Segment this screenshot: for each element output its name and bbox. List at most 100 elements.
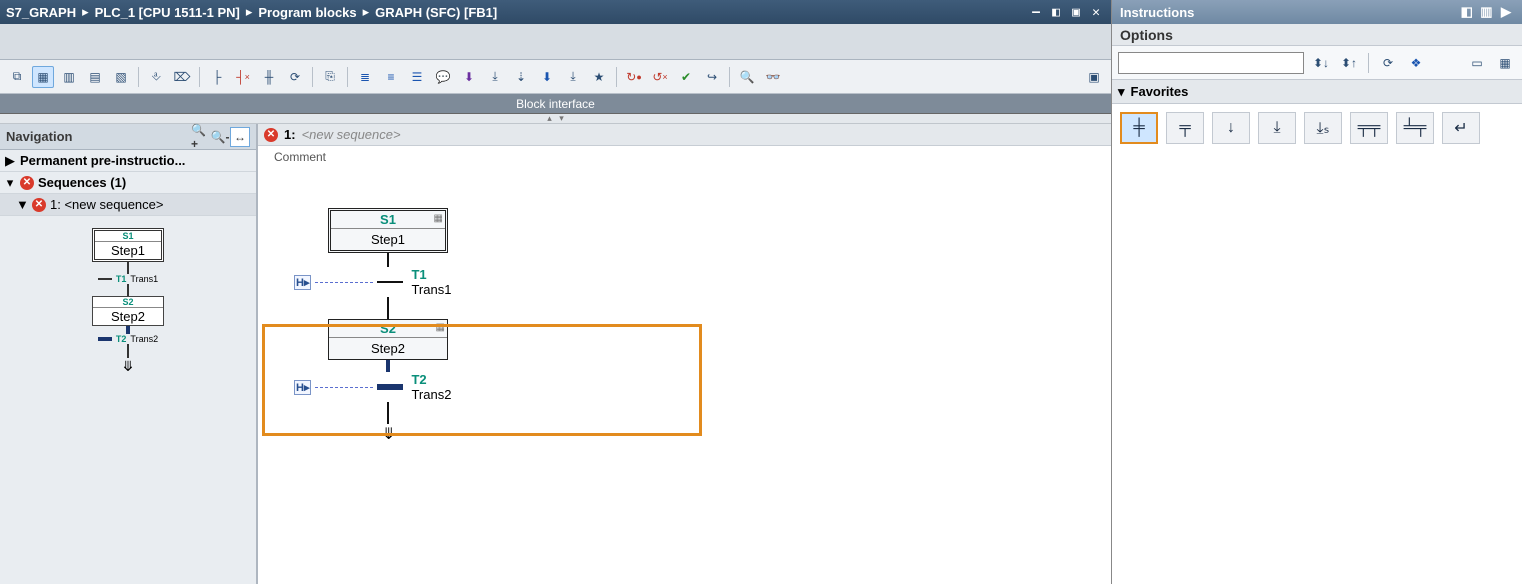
editor-panel: S7_GRAPH ▸ PLC_1 [CPU 1511-1 PN] ▸ Progr… (0, 0, 1112, 584)
transition-name[interactable]: Trans1 (411, 282, 451, 297)
breadcrumb-part[interactable]: PLC_1 [CPU 1511-1 PN] (95, 5, 240, 20)
navigation-header: Navigation 🔍+ 🔍- ↔ (0, 124, 256, 150)
insert-step-icon[interactable]: ⎀ (145, 66, 167, 88)
instructions-title-bar: Instructions ◧ ▥ ▶ (1112, 0, 1522, 24)
transition-t2[interactable]: H▸ T2 Trans2 (294, 372, 1111, 402)
view-overview-icon[interactable]: ⧉ (6, 66, 28, 88)
refresh-icon[interactable]: ⟳ (1377, 52, 1399, 74)
sequence-name-placeholder[interactable]: <new sequence> (302, 127, 401, 142)
chevron-down-icon: ▾ (4, 175, 16, 191)
view-actions-icon[interactable]: ▤ (84, 66, 106, 88)
mini-step-s2[interactable]: S2 Step2 (92, 296, 164, 326)
transition-id: T2 (411, 372, 451, 387)
download-2-icon[interactable]: ⤓ (484, 66, 506, 88)
expand-panel-icon[interactable]: ▣ (1083, 66, 1105, 88)
favorites-header[interactable]: ▾ Favorites (1112, 80, 1522, 104)
download-4-icon[interactable]: ⬇ (536, 66, 558, 88)
fit-width-icon[interactable]: ↔ (230, 127, 250, 147)
step-name[interactable]: Step1 (331, 229, 445, 250)
step-s1[interactable]: S1 ▦ Step1 (328, 208, 448, 253)
mini-trans-name: Trans1 (130, 274, 158, 284)
sequence-comment[interactable]: Comment (258, 146, 1111, 168)
filter-icon[interactable]: ❖ (1405, 52, 1427, 74)
branch-in-icon[interactable]: H▸ (294, 380, 311, 395)
options-label[interactable]: Options (1112, 24, 1522, 46)
view-single-step-icon[interactable]: ▦ (32, 66, 54, 88)
collapse-handle[interactable]: ▴ ▾ (0, 114, 1111, 124)
mini-trans-id: T2 (116, 334, 127, 344)
canvas-header[interactable]: ✕ 1: <new sequence> (258, 124, 1111, 146)
export-icon[interactable]: ↪ (701, 66, 723, 88)
mini-step-s1[interactable]: S1 Step1 (92, 228, 164, 262)
download-1-icon[interactable]: ⬇ (458, 66, 480, 88)
go-offline-icon[interactable]: ↺× (649, 66, 671, 88)
dock-icon[interactable]: ◧ (1459, 4, 1475, 20)
block-interface-bar[interactable]: Block interface (0, 94, 1111, 114)
nav-permanent-pre[interactable]: ▶ Permanent pre-instructio... (0, 150, 256, 172)
breadcrumb-part[interactable]: S7_GRAPH (6, 5, 76, 20)
mini-trans-t1[interactable]: T1 Trans1 (10, 274, 246, 284)
layout-icon[interactable]: ▥ (1478, 4, 1494, 20)
actions-grip-icon[interactable]: ▦ (434, 213, 443, 224)
fav-sim-branch-open-icon[interactable]: ╤╤ (1350, 112, 1388, 144)
find-icon[interactable]: 🔍 (736, 66, 758, 88)
sort-desc-icon[interactable]: ⬍↑ (1338, 52, 1360, 74)
download-3-icon[interactable]: ⇣ (510, 66, 532, 88)
sim-branch-icon[interactable]: ╫ (258, 66, 280, 88)
sort-asc-icon[interactable]: ⬍↓ (1310, 52, 1332, 74)
compile-ok-icon[interactable]: ✔ (675, 66, 697, 88)
panel-icon-1[interactable]: ▭ (1466, 52, 1488, 74)
view-sequence-icon[interactable]: ▥ (58, 66, 80, 88)
chevron-down-icon: ▾ (1118, 84, 1125, 100)
copy-icon[interactable]: ⎘ (319, 66, 341, 88)
zoom-out-icon[interactable]: 🔍- (210, 127, 230, 147)
nav-label: 1: <new sequence> (50, 197, 163, 212)
fav-step-icon[interactable]: ╤ (1166, 112, 1204, 144)
align-right-icon[interactable]: ☰ (406, 66, 428, 88)
expand-icon[interactable]: ▶ (1498, 4, 1514, 20)
step-name[interactable]: Step2 (329, 338, 447, 359)
align-center-icon[interactable]: ≡ (380, 66, 402, 88)
fav-branch-close-icon[interactable]: ╧╤ (1396, 112, 1434, 144)
sequence-canvas[interactable]: S1 ▦ Step1 H▸ T1 Trans1 (258, 168, 1111, 584)
close-icon[interactable]: ✕ (1087, 5, 1105, 20)
branch-open-icon[interactable]: ├ (206, 66, 228, 88)
navigation-preview[interactable]: S1 Step1 T1 Trans1 S2 Step2 T2 (0, 216, 256, 584)
panel-icon-2[interactable]: ▦ (1494, 52, 1516, 74)
fav-sequence-end-icon[interactable]: ⤓ (1258, 112, 1296, 144)
fav-alt-branch-open-icon[interactable]: ⤓ₛ (1304, 112, 1342, 144)
transition-t1[interactable]: H▸ T1 Trans1 (294, 267, 1111, 297)
breadcrumb-part[interactable]: Program blocks (258, 5, 356, 20)
branch-close-icon[interactable]: ┤× (232, 66, 254, 88)
transition-name[interactable]: Trans2 (411, 387, 451, 402)
fav-jump-icon[interactable]: ↵ (1442, 112, 1480, 144)
go-online-icon[interactable]: ↻● (623, 66, 645, 88)
fav-jump-down-icon[interactable]: ↓ (1212, 112, 1250, 144)
branch-in-icon[interactable]: H▸ (294, 275, 311, 290)
view-alt-icon[interactable]: ▧ (110, 66, 132, 88)
nav-label: Sequences (1) (38, 175, 126, 190)
favorite-icon[interactable]: ★ (588, 66, 610, 88)
nav-sequence-item[interactable]: ▼ ✕ 1: <new sequence> (0, 194, 256, 216)
step-s2[interactable]: S2 ▦ Step2 (328, 319, 448, 360)
navigation-pane: Navigation 🔍+ 🔍- ↔ ▶ Permanent pre-instr… (0, 124, 258, 584)
minimize-icon[interactable]: — (1027, 5, 1045, 20)
step-id: S1 (380, 212, 396, 227)
actions-grip-icon[interactable]: ▦ (436, 322, 445, 333)
delete-step-icon[interactable]: ⌦ (171, 66, 193, 88)
maximize-icon[interactable]: ▣ (1067, 5, 1085, 20)
comment-toggle-icon[interactable]: 💬 (432, 66, 454, 88)
restore-icon[interactable]: ◧ (1047, 5, 1065, 20)
error-icon: ✕ (32, 198, 46, 212)
mini-trans-t2[interactable]: T2 Trans2 (10, 334, 246, 344)
mini-step-id: S1 (95, 231, 161, 242)
search-input[interactable] (1118, 52, 1304, 74)
align-left-icon[interactable]: ≣ (354, 66, 376, 88)
sync-icon[interactable]: ⟳ (284, 66, 306, 88)
fav-step-transition-icon[interactable]: ╪ (1120, 112, 1158, 144)
zoom-in-icon[interactable]: 🔍+ (190, 127, 210, 147)
download-5-icon[interactable]: ⤓ (562, 66, 584, 88)
nav-sequences[interactable]: ▾ ✕ Sequences (1) (0, 172, 256, 194)
glasses-icon[interactable]: 👓 (762, 66, 784, 88)
breadcrumb-part[interactable]: GRAPH (SFC) [FB1] (375, 5, 497, 20)
